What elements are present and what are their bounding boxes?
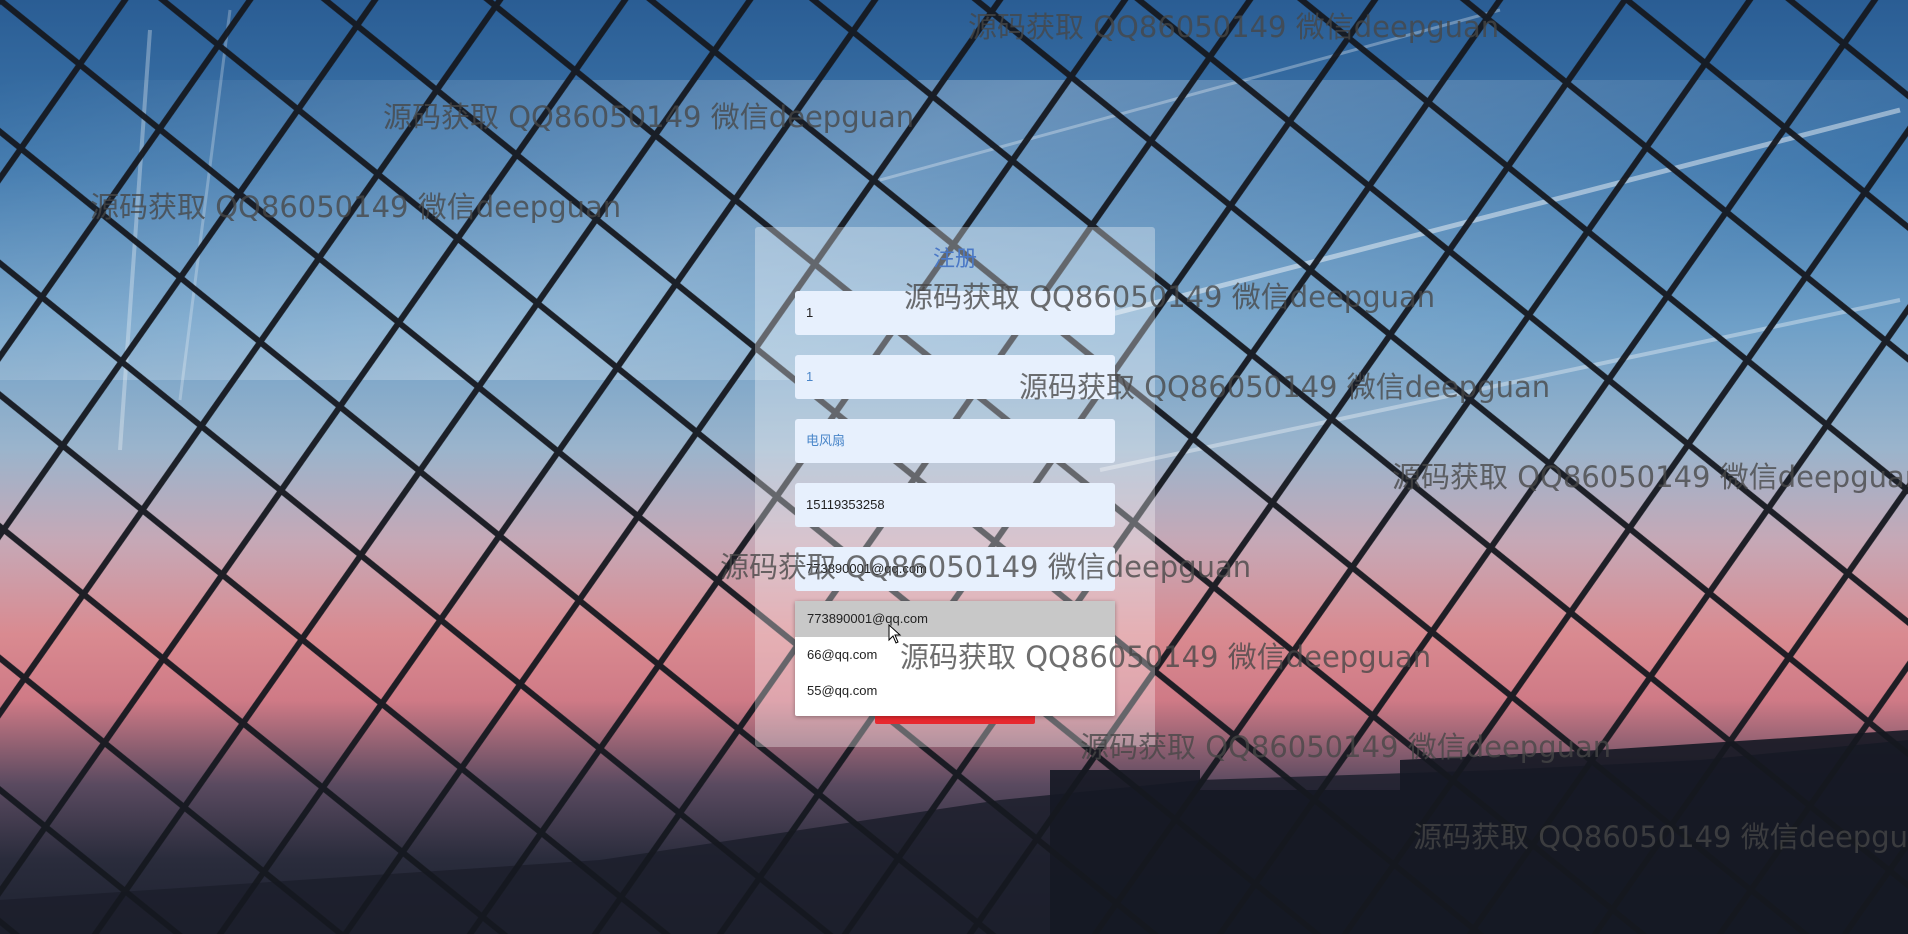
autocomplete-option[interactable]: 55@qq.com [795, 673, 1115, 709]
username-field[interactable]: 1 [795, 291, 1115, 335]
email-field[interactable]: 773890001@qq.com [795, 547, 1115, 591]
phone-field[interactable]: 15119353258 [795, 483, 1115, 527]
autocomplete-option[interactable]: 773890001@qq.com [795, 601, 1115, 637]
email-autocomplete-dropdown: 773890001@qq.com 66@qq.com 55@qq.com [795, 601, 1115, 716]
panel-title: 注册 [932, 247, 977, 272]
autocomplete-option[interactable]: 66@qq.com [795, 637, 1115, 673]
password-field[interactable]: 1 [795, 355, 1115, 399]
mouse-cursor-icon [888, 624, 902, 644]
name-field[interactable]: 电风扇 [795, 419, 1115, 463]
